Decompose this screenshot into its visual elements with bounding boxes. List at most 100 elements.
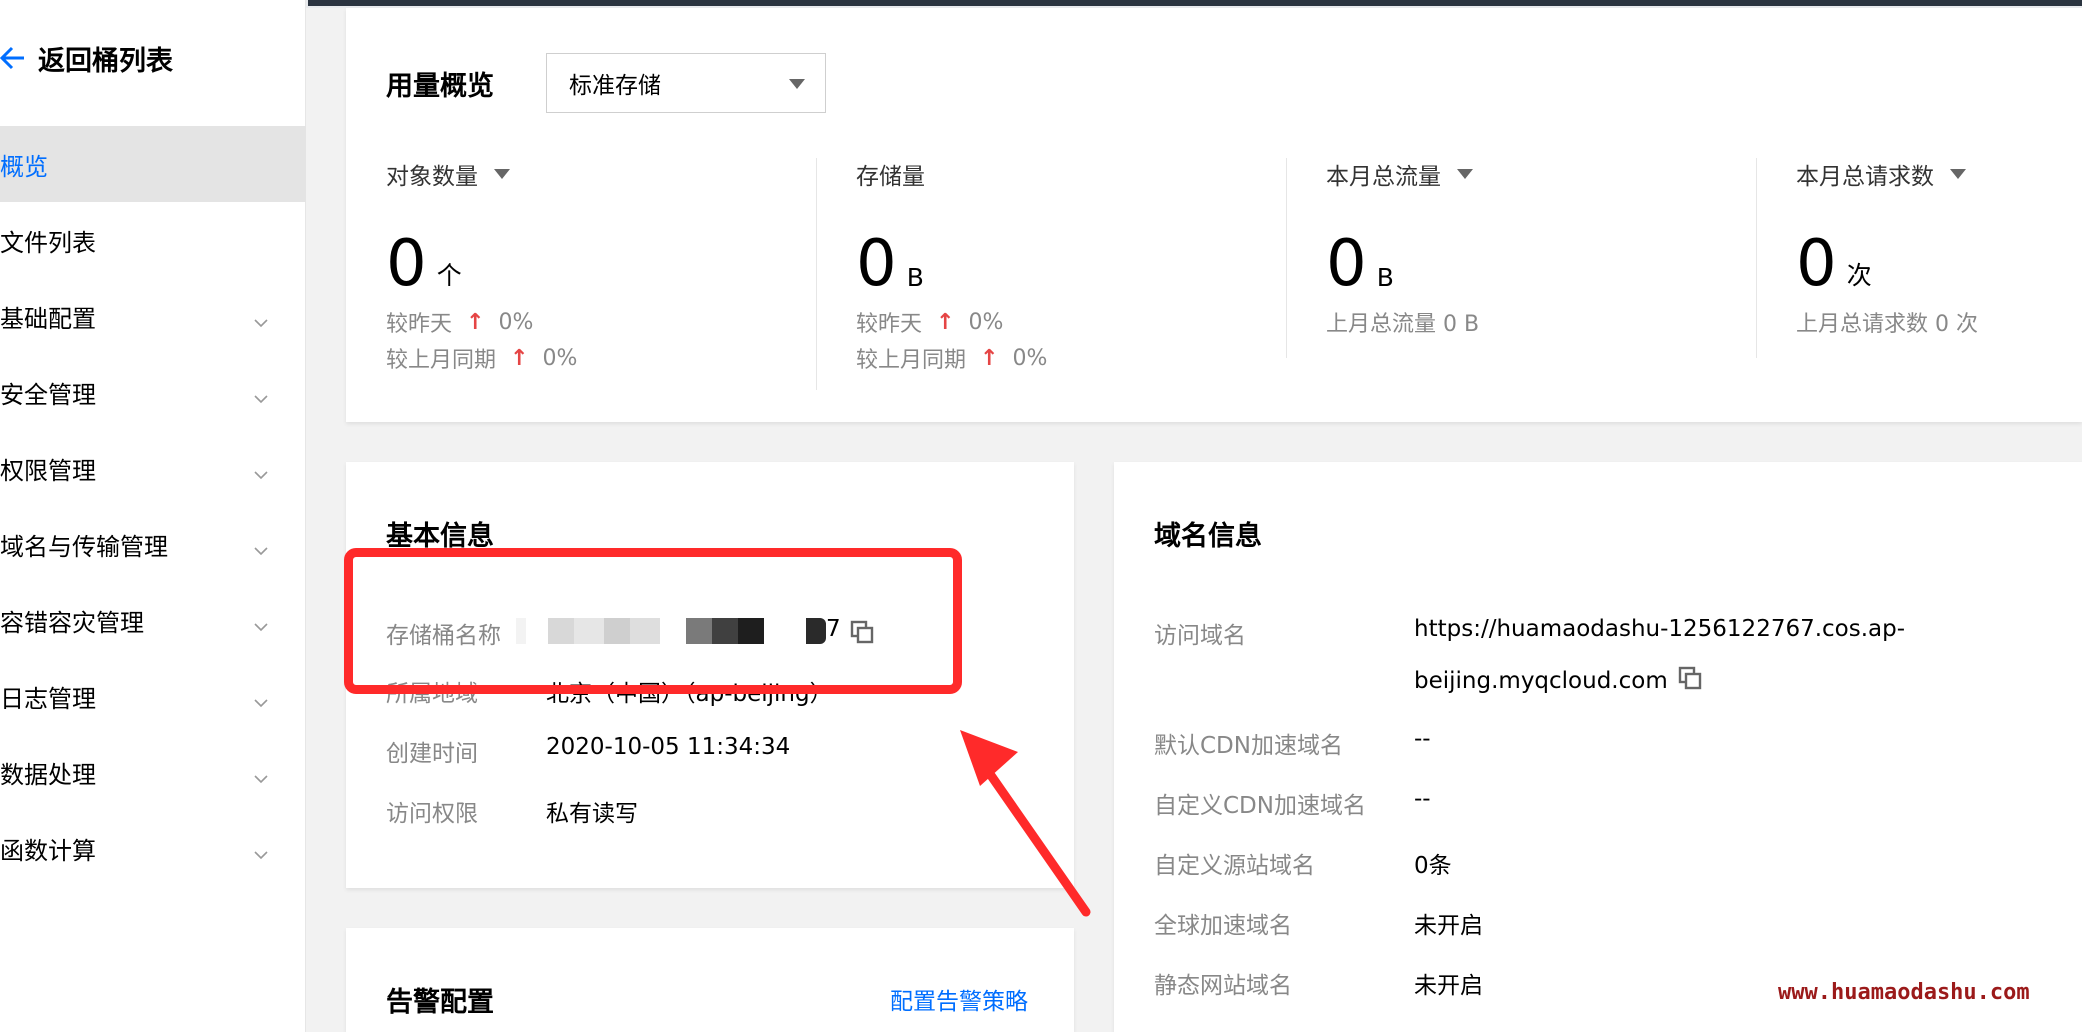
domain-info-title: 域名信息 [1154, 521, 1262, 552]
custom-cdn-value: -- [1414, 786, 1431, 812]
compare-last-month-value: 0% [542, 345, 578, 371]
default-cdn-value: -- [1414, 726, 1431, 752]
sidebar: 返回桶列表 概览 文件列表 基础配置 安全管理 权限管理 域名与传输管理 容错容… [0, 0, 306, 1032]
custom-origin-value: 0条 [1414, 853, 1452, 879]
stat-traffic: 本月总流量 0B 上月总流量 0 B [1326, 158, 1479, 388]
annotation-arrow [960, 730, 1091, 917]
sidebar-item-fault-tolerance[interactable]: 容错容灾管理 [0, 582, 306, 658]
chevron-down-icon [254, 686, 268, 714]
default-cdn-row: 默认CDN加速域名 -- [1154, 726, 2054, 760]
stat-objects-value: 0 [386, 227, 427, 301]
stat-requests-label: 本月总请求数 [1796, 164, 1934, 190]
stat-objects-label-row[interactable]: 对象数量 [386, 158, 577, 190]
sidebar-item-label: 函数计算 [0, 836, 96, 865]
global-accel-row: 全球加速域名 未开启 [1154, 906, 2054, 940]
last-month-requests: 上月总请求数 0 次 [1796, 312, 1978, 337]
stat-requests-unit: 次 [1846, 261, 1872, 290]
sidebar-item-label: 日志管理 [0, 684, 96, 713]
access-row: 访问权限 私有读写 [386, 794, 986, 828]
access-domain-label: 访问域名 [1154, 623, 1246, 649]
annotation-highlight-box [344, 548, 962, 694]
compare-yesterday-label: 较昨天 [386, 312, 453, 337]
copy-icon[interactable] [1678, 666, 1702, 696]
compare-yesterday-value: 0% [498, 309, 534, 335]
caret-down-icon [494, 169, 510, 179]
usage-title: 用量概览 [386, 71, 494, 102]
caret-down-icon [789, 79, 805, 89]
sidebar-item-label: 基础配置 [0, 304, 96, 333]
stat-traffic-label: 本月总流量 [1326, 164, 1441, 190]
caret-down-icon [1950, 169, 1966, 179]
sidebar-item-label: 权限管理 [0, 456, 96, 485]
custom-cdn-row: 自定义CDN加速域名 -- [1154, 786, 2054, 820]
sidebar-item-basic-config[interactable]: 基础配置 [0, 278, 306, 354]
created-row: 创建时间 2020-10-05 11:34:34 [386, 734, 986, 768]
stat-objects-label: 对象数量 [386, 164, 478, 190]
stat-traffic-value: 0 [1326, 227, 1367, 301]
sidebar-item-permissions[interactable]: 权限管理 [0, 430, 306, 506]
chevron-down-icon [254, 306, 268, 334]
divider [1286, 158, 1287, 358]
back-label: 返回桶列表 [38, 45, 173, 77]
sidebar-item-logs[interactable]: 日志管理 [0, 658, 306, 734]
sidebar-item-domain-transfer[interactable]: 域名与传输管理 [0, 506, 306, 582]
stat-requests-label-row[interactable]: 本月总请求数 [1796, 158, 1978, 190]
arrow-up-icon: ↑ [466, 309, 485, 335]
created-label: 创建时间 [386, 741, 478, 767]
divider [1756, 158, 1757, 358]
usage-overview-card: 用量概览 标准存储 对象数量 0个 较昨天 ↑ 0% 较上月同期 ↑ 0% 存储量 0B… [346, 8, 2082, 422]
compare-last-month-value: 0% [1012, 345, 1048, 371]
arrow-up-icon: ↑ [510, 345, 529, 371]
configure-alert-policy-link[interactable]: 配置告警策略 [890, 982, 1028, 1016]
alert-config-card: 告警配置 配置告警策略 [346, 928, 1074, 1032]
chevron-down-icon [254, 838, 268, 866]
access-label: 访问权限 [386, 801, 478, 827]
sidebar-item-file-list[interactable]: 文件列表 [0, 202, 306, 278]
sidebar-item-label: 数据处理 [0, 760, 96, 789]
static-site-value: 未开启 [1414, 973, 1483, 999]
arrow-up-icon: ↑ [936, 309, 955, 335]
global-accel-label: 全球加速域名 [1154, 913, 1292, 939]
custom-origin-label: 自定义源站域名 [1154, 853, 1315, 879]
stat-objects: 对象数量 0个 较昨天 ↑ 0% 较上月同期 ↑ 0% [386, 158, 577, 388]
storage-type-select[interactable]: 标准存储 [546, 53, 826, 113]
watermark: www.huamaodashu.com [1778, 980, 2030, 1005]
access-value: 私有读写 [546, 801, 638, 827]
static-site-label: 静态网站域名 [1154, 973, 1292, 999]
alert-config-title: 告警配置 [386, 987, 494, 1018]
custom-origin-row: 自定义源站域名 0条 [1154, 846, 2054, 880]
global-accel-value: 未开启 [1414, 913, 1483, 939]
back-to-bucket-list[interactable]: 返回桶列表 [0, 38, 173, 78]
stat-traffic-unit: B [1376, 263, 1394, 292]
chevron-down-icon [254, 762, 268, 790]
arrow-left-icon [0, 38, 30, 78]
sidebar-item-security[interactable]: 安全管理 [0, 354, 306, 430]
access-domain-value-1: https://huamaodashu-1256122767.cos.ap- [1414, 616, 1906, 642]
compare-last-month-label: 较上月同期 [856, 348, 967, 373]
stat-traffic-label-row[interactable]: 本月总流量 [1326, 158, 1479, 190]
stat-storage-label: 存储量 [856, 164, 925, 190]
stat-storage-unit: B [906, 263, 924, 292]
sidebar-item-functions[interactable]: 函数计算 [0, 810, 306, 886]
sidebar-nav: 概览 文件列表 基础配置 安全管理 权限管理 域名与传输管理 容错容灾管理 日志… [0, 126, 306, 886]
sidebar-item-label: 域名与传输管理 [0, 532, 168, 561]
access-domain-value-2: beijing.myqcloud.com [1414, 668, 1668, 694]
stat-objects-unit: 个 [436, 261, 462, 290]
domain-info-card: 域名信息 访问域名 https://huamaodashu-1256122767… [1114, 462, 2082, 1032]
compare-yesterday-label: 较昨天 [856, 312, 923, 337]
created-value: 2020-10-05 11:34:34 [546, 734, 791, 760]
sidebar-item-overview[interactable]: 概览 [0, 126, 306, 202]
access-domain-value-line1: https://huamaodashu-1256122767.cos.ap- [1414, 616, 1905, 642]
sidebar-item-label: 概览 [0, 152, 48, 181]
compare-last-month-label: 较上月同期 [386, 348, 497, 373]
divider [816, 158, 817, 390]
access-domain-value-line2: beijing.myqcloud.com [1414, 666, 1702, 696]
sidebar-item-label: 文件列表 [0, 228, 96, 257]
sidebar-item-label: 安全管理 [0, 380, 96, 409]
caret-down-icon [1457, 169, 1473, 179]
stat-storage: 存储量 0B 较昨天 ↑ 0% 较上月同期 ↑ 0% [856, 158, 1047, 388]
sidebar-item-label: 容错容灾管理 [0, 608, 144, 637]
sidebar-item-data-processing[interactable]: 数据处理 [0, 734, 306, 810]
top-bar [0, 0, 2082, 8]
arrow-up-icon: ↑ [980, 345, 999, 371]
